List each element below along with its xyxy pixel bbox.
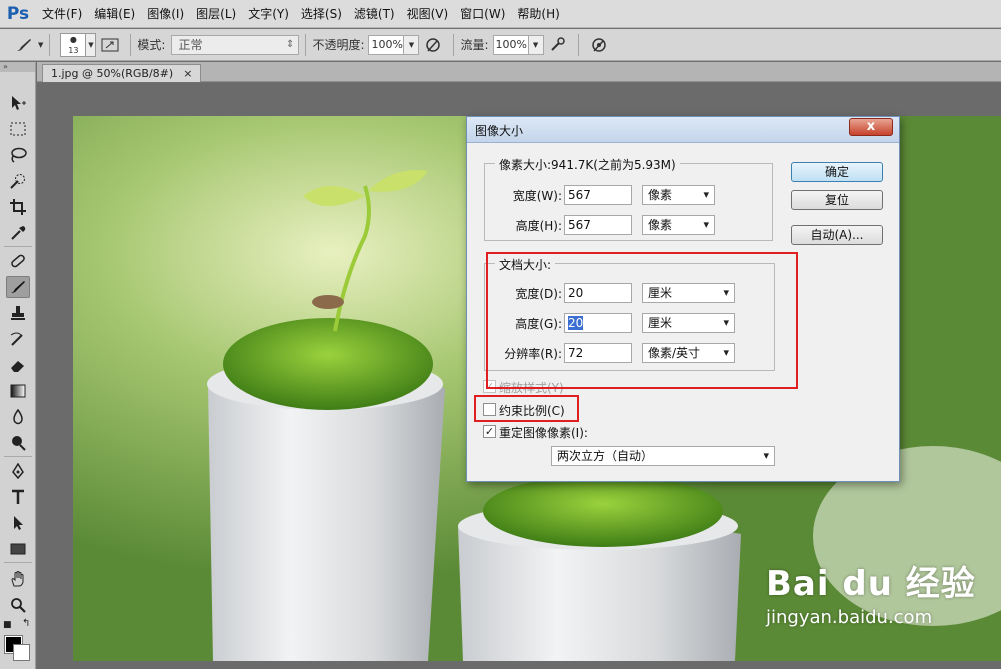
- resample-label: 重定图像像素(I):: [499, 426, 588, 440]
- dialog-title: 图像大小: [475, 124, 524, 138]
- mode-select[interactable]: 正常: [171, 34, 300, 55]
- eyedropper-tool-icon[interactable]: [6, 222, 30, 244]
- document-tab-close-icon[interactable]: ×: [183, 65, 192, 82]
- hand-tool-icon[interactable]: [6, 568, 30, 590]
- flow-label: 流量:: [460, 38, 489, 52]
- separator: [49, 33, 51, 56]
- pixel-height-label: 高度(H):: [515, 219, 562, 233]
- brush-size-preview[interactable]: ● 13: [60, 32, 87, 57]
- marquee-tool-icon[interactable]: [6, 118, 30, 140]
- move-tool-icon[interactable]: [6, 92, 30, 114]
- history-brush-tool-icon[interactable]: [6, 328, 30, 350]
- lasso-tool-icon[interactable]: [6, 144, 30, 166]
- dialog-close-button[interactable]: x: [849, 118, 893, 136]
- options-bar: ▼ ● 13 ▼ 模式: 正常 不透明度: 100% ▼ 流量: 100% ▼: [0, 29, 1001, 61]
- resample-checkbox[interactable]: ✓: [483, 425, 496, 438]
- pixel-width-label: 宽度(W):: [512, 189, 562, 203]
- flow-dropdown[interactable]: ▼: [528, 34, 544, 55]
- mode-label: 模式:: [137, 38, 166, 52]
- dialog-titlebar[interactable]: 图像大小 x: [467, 117, 899, 143]
- menu-edit[interactable]: 编辑(E): [88, 0, 141, 28]
- separator: [305, 33, 307, 56]
- opacity-label: 不透明度:: [312, 38, 365, 52]
- toolbox-separator: [4, 246, 32, 247]
- reset-button[interactable]: 复位: [791, 190, 883, 210]
- photoshop-logo: Ps: [6, 3, 30, 24]
- watermark-url: jingyan.baidu.com: [766, 607, 933, 628]
- separator: [577, 33, 579, 56]
- quick-selection-tool-icon[interactable]: [6, 170, 30, 192]
- default-colors-icon[interactable]: ■: [3, 620, 12, 630]
- toolbox-separator: [4, 456, 32, 457]
- path-selection-tool-icon[interactable]: [6, 512, 30, 534]
- menu-image[interactable]: 图像(I): [141, 0, 190, 28]
- healing-brush-tool-icon[interactable]: [6, 250, 30, 272]
- zoom-tool-icon[interactable]: [6, 594, 30, 616]
- dodge-tool-icon[interactable]: [6, 432, 30, 454]
- pen-tool-icon[interactable]: [6, 460, 30, 482]
- watermark-logo: Bai du 经验: [766, 564, 976, 604]
- flow-input[interactable]: 100%: [492, 34, 529, 55]
- resample-method-select[interactable]: 两次立方（自动）: [551, 446, 775, 466]
- menu-filter[interactable]: 滤镜(T): [348, 0, 401, 28]
- crop-tool-icon[interactable]: [6, 196, 30, 218]
- airbrush-icon[interactable]: [548, 35, 568, 55]
- document-tab-title: 1.jpg @ 50%(RGB/8#): [51, 67, 174, 80]
- pixel-width-unit-select[interactable]: 像素: [642, 185, 715, 205]
- pixel-dimensions-legend: 像素大小:941.7K(之前为5.93M): [495, 156, 680, 173]
- separator: [453, 33, 455, 56]
- blur-tool-icon[interactable]: [6, 406, 30, 428]
- separator: [130, 33, 132, 56]
- pixel-dimensions-group: 像素大小:941.7K(之前为5.93M) 宽度(W): 567 像素 高度(H…: [484, 156, 773, 241]
- menu-select[interactable]: 选择(S): [295, 0, 348, 28]
- tool-preset-dropdown-icon[interactable]: ▼: [38, 41, 43, 49]
- toolbox: » ■ ↰: [0, 62, 36, 669]
- pixel-height-unit-select[interactable]: 像素: [642, 215, 715, 235]
- rectangle-tool-icon[interactable]: [6, 538, 30, 560]
- menu-type[interactable]: 文字(Y): [242, 0, 295, 28]
- menu-file[interactable]: 文件(F): [36, 0, 88, 28]
- eraser-tool-icon[interactable]: [6, 354, 30, 376]
- swap-colors-icon[interactable]: ↰: [22, 618, 30, 629]
- pixel-width-input[interactable]: 567: [564, 185, 632, 205]
- auto-button[interactable]: 自动(A)...: [791, 225, 883, 245]
- document-tab-strip: 1.jpg @ 50%(RGB/8#) ×: [37, 62, 1001, 82]
- menu-layer[interactable]: 图层(L): [190, 0, 242, 28]
- pressure-opacity-icon[interactable]: [423, 35, 443, 55]
- ok-button[interactable]: 确定: [791, 162, 883, 182]
- toolbox-collapse-icon[interactable]: »: [0, 62, 35, 72]
- baidu-watermark: Bai du 经验 jingyan.baidu.com: [766, 556, 976, 628]
- opacity-input[interactable]: 100%: [368, 34, 405, 55]
- background-color-swatch[interactable]: [13, 644, 30, 661]
- document-size-highlight: [486, 252, 798, 389]
- toolbox-separator: [4, 562, 32, 563]
- menu-view[interactable]: 视图(V): [401, 0, 455, 28]
- brush-dot-icon: ●: [69, 34, 77, 44]
- gradient-tool-icon[interactable]: [6, 380, 30, 402]
- document-tab[interactable]: 1.jpg @ 50%(RGB/8#) ×: [42, 64, 202, 82]
- menu-window[interactable]: 窗口(W): [454, 0, 511, 28]
- pressure-size-icon[interactable]: [589, 35, 609, 55]
- pixel-height-input[interactable]: 567: [564, 215, 632, 235]
- type-tool-icon[interactable]: [6, 486, 30, 508]
- clone-stamp-tool-icon[interactable]: [6, 302, 30, 324]
- brush-size-value: 13: [68, 45, 79, 55]
- menu-help[interactable]: 帮助(H): [511, 0, 565, 28]
- opacity-dropdown[interactable]: ▼: [404, 34, 420, 55]
- brush-panel-icon[interactable]: [100, 35, 120, 55]
- brush-tool-icon[interactable]: [14, 35, 34, 55]
- brush-tool-icon[interactable]: [6, 276, 30, 298]
- brush-picker-dropdown[interactable]: ▼: [86, 32, 97, 57]
- menu-bar: Ps 文件(F) 编辑(E) 图像(I) 图层(L) 文字(Y) 选择(S) 滤…: [0, 0, 1001, 28]
- constrain-proportions-highlight: [474, 395, 579, 422]
